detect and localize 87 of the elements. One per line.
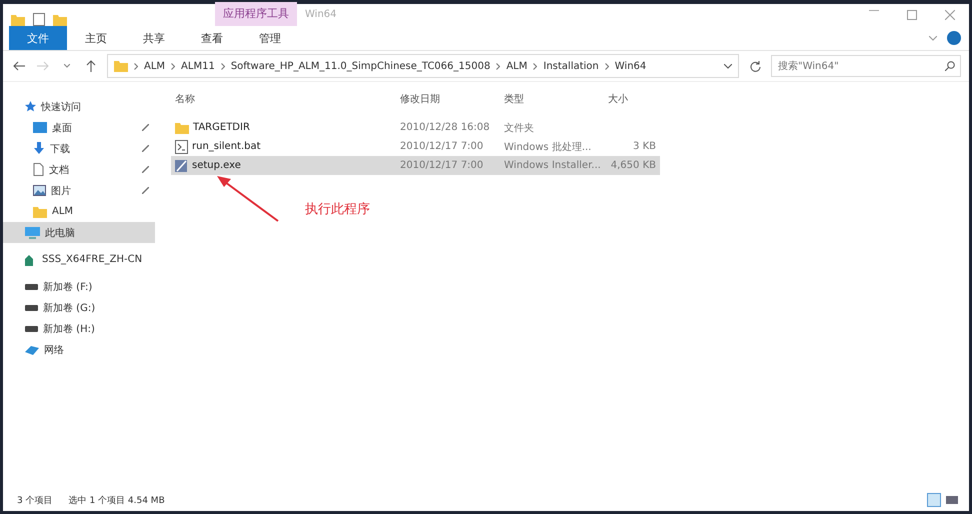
folder-icon bbox=[114, 60, 128, 72]
script-file-icon bbox=[175, 140, 188, 154]
annotation-text: 执行此程序 bbox=[305, 201, 370, 218]
star-icon bbox=[25, 101, 36, 112]
table-cell: 4,650 KB bbox=[610, 160, 656, 171]
file-name: TARGETDIR bbox=[193, 122, 250, 133]
chevron-icon bbox=[604, 62, 609, 70]
file-name: setup.exe bbox=[192, 160, 241, 171]
ribbon-tab[interactable]: 主页 bbox=[67, 26, 125, 50]
sidebar-item[interactable]: 网络 bbox=[3, 339, 155, 360]
ribbon-tab[interactable]: 管理 bbox=[241, 26, 299, 50]
breadcrumb-item[interactable]: ALM bbox=[506, 60, 528, 72]
table-cell-text: 文件夹 bbox=[504, 122, 534, 134]
computer-icon bbox=[25, 226, 40, 238]
column-header[interactable]: 修改日期 bbox=[396, 92, 500, 106]
up-icon[interactable] bbox=[86, 60, 96, 72]
file-tab[interactable]: 文件 bbox=[9, 26, 67, 50]
drive-icon bbox=[25, 284, 38, 290]
ribbon-tab[interactable]: 共享 bbox=[125, 26, 183, 50]
sidebar-item[interactable]: 下载 bbox=[3, 138, 155, 159]
sidebar-item[interactable]: SSS_X64FRE_ZH-CN bbox=[3, 249, 155, 270]
image-icon bbox=[33, 185, 46, 196]
folder-icon bbox=[175, 122, 189, 134]
chevron-icon bbox=[220, 62, 225, 70]
pin-icon bbox=[142, 187, 149, 194]
selection-info: 选中 1 个项目 4.54 MB bbox=[68, 494, 165, 506]
address-bar[interactable]: ALM ALM11 Software_HP_ALM_11.0_SimpChinese_TC066_15008 ALM Installation Win64 bbox=[107, 54, 739, 78]
file-row[interactable]: TARGETDIR 2010/12/28 16:08 文件夹 bbox=[171, 118, 660, 137]
ribbon-tab[interactable]: 查看 bbox=[183, 26, 241, 50]
dropdown-icon[interactable] bbox=[724, 64, 732, 68]
chevron-icon bbox=[171, 62, 176, 70]
large-icons-view-icon[interactable] bbox=[945, 493, 959, 507]
breadcrumb-item[interactable]: ALM bbox=[144, 60, 166, 72]
chevron-icon bbox=[496, 62, 500, 70]
details-view-icon[interactable] bbox=[927, 493, 941, 507]
maximize-icon[interactable] bbox=[907, 10, 917, 20]
table-cell-text: Windows 批处理... bbox=[504, 140, 592, 154]
breadcrumb-item[interactable]: ALM11 bbox=[181, 60, 215, 72]
annotation-arrow bbox=[217, 176, 279, 222]
refresh-icon[interactable] bbox=[750, 60, 760, 72]
properties-icon[interactable] bbox=[33, 13, 45, 26]
file-row[interactable]: run_silent.bat 2010/12/17 7:00 Windows 批处理... 3 KB bbox=[171, 137, 660, 156]
sidebar-item[interactable]: 文档 bbox=[3, 159, 155, 180]
item-count: 3 个项目 bbox=[17, 494, 53, 506]
breadcrumb-item[interactable]: Software_HP_ALM_11.0_SimpChinese_TC066_15008 bbox=[230, 60, 490, 72]
help-icon[interactable] bbox=[947, 31, 961, 45]
chevron-icon[interactable] bbox=[929, 36, 937, 40]
table-cell: Windows Installer... bbox=[504, 160, 601, 171]
file-name: run_silent.bat bbox=[192, 141, 261, 152]
sidebar-item[interactable]: ALM bbox=[3, 201, 155, 222]
sidebar-item[interactable]: 新加卷 (G:) bbox=[3, 297, 155, 318]
window-title: Win64 bbox=[305, 9, 337, 22]
pin-icon bbox=[142, 145, 149, 152]
table-cell: 2010/12/28 16:08 bbox=[400, 122, 490, 133]
breadcrumb-item[interactable]: Installation bbox=[543, 60, 599, 72]
sidebar-item[interactable]: 此电脑 bbox=[3, 222, 155, 243]
folder-icon bbox=[33, 206, 47, 218]
download-icon bbox=[33, 142, 45, 155]
sidebar-item[interactable]: 图片 bbox=[3, 180, 155, 201]
desktop-icon bbox=[33, 122, 47, 133]
sidebar-item[interactable]: 新加卷 (F:) bbox=[3, 276, 155, 297]
chevron-icon bbox=[533, 62, 538, 70]
table-cell: 3 KB bbox=[633, 141, 656, 152]
context-tab-header: 应用程序工具 bbox=[215, 2, 297, 26]
back-icon[interactable] bbox=[13, 61, 25, 71]
network-icon bbox=[25, 344, 39, 355]
column-header[interactable]: 大小 bbox=[604, 92, 660, 106]
drive-icon bbox=[25, 304, 38, 310]
table-cell: 2010/12/17 7:00 bbox=[400, 160, 484, 171]
pin-icon bbox=[142, 166, 149, 173]
chevron-icon bbox=[134, 62, 138, 70]
table-cell: 2010/12/17 7:00 bbox=[400, 141, 484, 152]
sidebar-item[interactable]: 快速访问 bbox=[3, 96, 155, 117]
drive-icon bbox=[25, 326, 38, 332]
search-field[interactable]: 搜索"Win64" bbox=[771, 55, 961, 77]
sidebar-item[interactable]: 桌面 bbox=[3, 117, 155, 138]
recent-locations-icon[interactable] bbox=[64, 64, 70, 68]
search-icon[interactable] bbox=[945, 61, 955, 71]
pin-icon bbox=[142, 124, 149, 131]
column-header[interactable]: 名称 bbox=[171, 92, 396, 106]
close-icon[interactable] bbox=[945, 10, 955, 20]
sidebar-item[interactable]: 新加卷 (H:) bbox=[3, 318, 155, 339]
file-row[interactable]: setup.exe 2010/12/17 7:00 Windows Installer... 4,650 KB bbox=[171, 156, 660, 175]
breadcrumb-item[interactable]: Win64 bbox=[614, 60, 646, 72]
installer-file-icon bbox=[175, 158, 188, 172]
document-icon bbox=[33, 163, 44, 176]
column-header[interactable]: 类型 bbox=[500, 92, 604, 106]
